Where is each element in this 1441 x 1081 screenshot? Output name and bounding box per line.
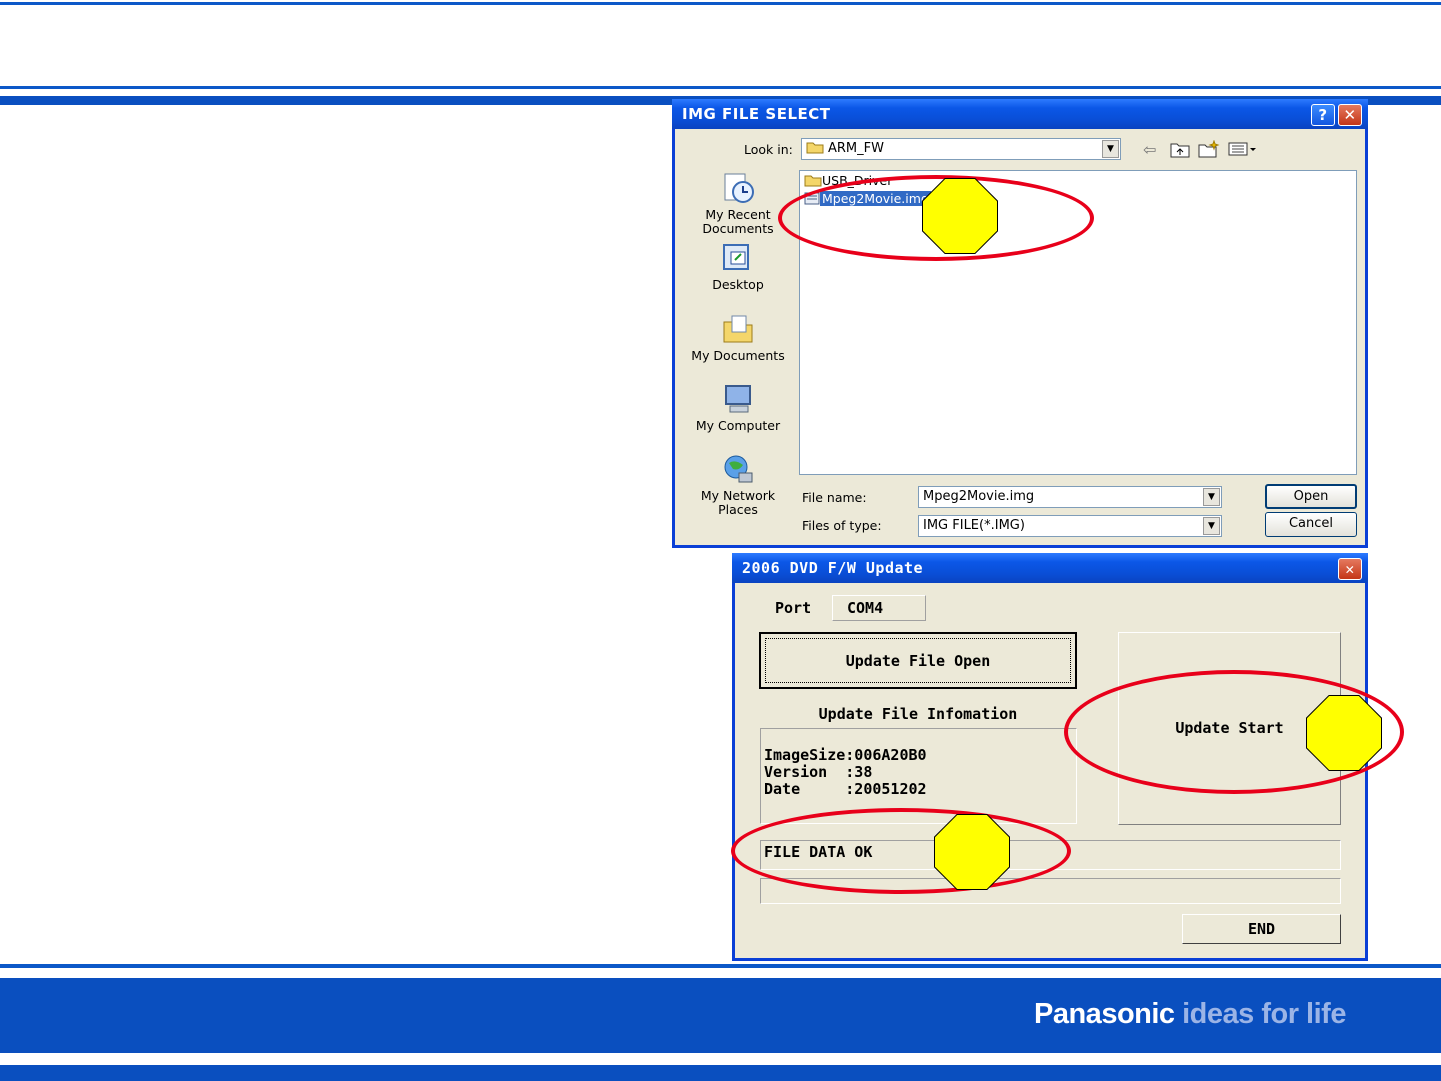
bottom-band xyxy=(0,1065,1441,1081)
update-window-titlebar[interactable]: 2006 DVD F/W Update ✕ xyxy=(732,553,1368,583)
port-field: COM4 xyxy=(832,595,926,621)
file-type-dropdown[interactable]: IMG FILE(*.IMG) ▼ xyxy=(918,515,1222,537)
places-network[interactable]: My Network Places xyxy=(688,453,788,517)
look-in-label: Look in: xyxy=(744,142,793,157)
brand-name: Panasonic xyxy=(1034,998,1175,1030)
cancel-button[interactable]: Cancel xyxy=(1265,512,1357,537)
update-window-title: 2006 DVD F/W Update xyxy=(742,559,924,577)
new-folder-icon[interactable] xyxy=(1198,140,1220,158)
places-label: My Recent Documents xyxy=(702,207,774,236)
places-label: My Network Places xyxy=(700,488,776,517)
info-version: Version :38 xyxy=(764,763,873,781)
places-label: My Computer xyxy=(695,418,781,433)
up-folder-icon[interactable] xyxy=(1170,141,1190,158)
places-my-documents[interactable]: My Documents xyxy=(688,313,788,363)
my-documents-icon xyxy=(723,315,753,343)
chevron-down-icon[interactable]: ▼ xyxy=(1203,517,1220,535)
info-date: Date :20051202 xyxy=(764,780,927,798)
end-button[interactable]: END xyxy=(1182,914,1341,944)
places-desktop[interactable]: Desktop xyxy=(688,242,788,292)
annotation-ellipse-status xyxy=(731,808,1071,894)
file-name-input[interactable]: Mpeg2Movie.img ▼ xyxy=(918,486,1222,508)
desktop-icon xyxy=(723,244,749,270)
network-places-icon xyxy=(724,455,753,483)
port-label: Port xyxy=(775,599,812,617)
end-label: END xyxy=(1247,920,1276,938)
file-name-value: Mpeg2Movie.img xyxy=(923,489,1035,504)
file-dialog-titlebar[interactable]: IMG FILE SELECT ? ✕ xyxy=(672,99,1368,129)
places-recent-documents[interactable]: My Recent Documents xyxy=(688,172,788,236)
file-dialog-title: IMG FILE SELECT xyxy=(682,105,831,123)
top-rule xyxy=(0,2,1441,5)
back-arrow-icon[interactable]: ⇦ xyxy=(1143,140,1156,159)
chevron-down-icon[interactable]: ▼ xyxy=(1102,140,1119,158)
close-button[interactable]: ✕ xyxy=(1338,558,1362,580)
recent-documents-icon xyxy=(724,173,754,203)
file-type-label: Files of type: xyxy=(802,518,882,533)
folder-icon xyxy=(804,175,822,187)
brand-tagline: ideas for life xyxy=(1174,998,1346,1030)
info-lines: ImageSize:006A20B0 Version :38 Date :20051… xyxy=(764,747,927,798)
file-type-value: IMG FILE(*.IMG) xyxy=(923,518,1025,533)
footer-rule xyxy=(0,964,1441,968)
my-computer-icon xyxy=(725,385,751,413)
close-button[interactable]: ✕ xyxy=(1338,104,1362,126)
update-file-open-label: Update File Open xyxy=(845,652,991,670)
info-title: Update File Infomation xyxy=(818,705,1018,723)
update-file-open-button[interactable]: Update File Open xyxy=(759,632,1077,689)
port-value: COM4 xyxy=(847,599,884,617)
places-label: My Documents xyxy=(691,348,785,363)
folder-icon xyxy=(806,142,824,154)
look-in-value: ARM_FW xyxy=(828,141,884,156)
places-label: Desktop xyxy=(712,277,764,292)
header-rule xyxy=(0,86,1441,89)
file-name-label: File name: xyxy=(802,490,867,505)
chevron-down-icon[interactable]: ▼ xyxy=(1203,488,1220,506)
look-in-dropdown[interactable]: ARM_FW ▼ xyxy=(801,138,1121,160)
view-menu-icon[interactable] xyxy=(1228,142,1256,157)
help-button[interactable]: ? xyxy=(1311,104,1335,126)
panasonic-logo: Panasonic ideas for life xyxy=(1034,998,1346,1031)
info-image-size: ImageSize:006A20B0 xyxy=(764,746,927,764)
places-my-computer[interactable]: My Computer xyxy=(688,383,788,433)
open-button[interactable]: Open xyxy=(1265,484,1357,509)
